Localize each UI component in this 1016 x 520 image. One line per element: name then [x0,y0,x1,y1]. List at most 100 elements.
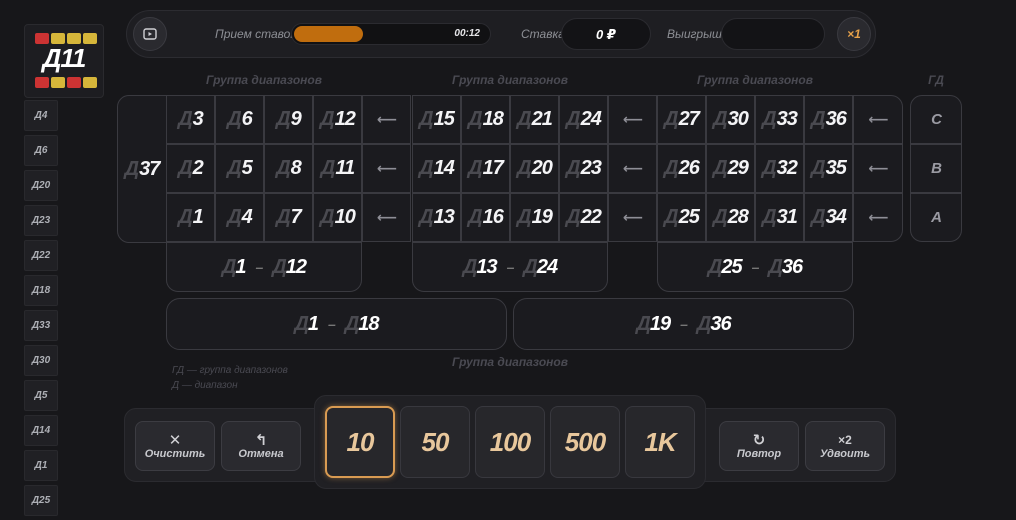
range-number: 35 [825,157,847,179]
legend-d: Д — диапазон [172,380,238,391]
bet-cell-34[interactable]: Д 34 [804,193,853,242]
half-bet-1[interactable]: Д 1– Д 18 [166,298,507,350]
range-number: 3 [192,108,204,130]
bottom-group-header: Группа диапазонов [452,355,568,369]
history-item: Д22 [24,240,58,271]
multiplier-button[interactable]: ×1 [837,17,871,51]
range-prefix: Д [419,206,433,228]
range-prefix: Д [344,312,359,335]
half-bet-2[interactable]: Д 19– Д 36 [513,298,854,350]
chip-10[interactable]: 10 [325,406,395,478]
range-number: 12 [285,255,307,278]
range-number: 14 [433,157,455,179]
bet-cell-31[interactable]: Д 31 [755,193,804,242]
bet-cell-12[interactable]: Д 12 [313,95,362,144]
bet-cell-35[interactable]: Д 35 [804,144,853,193]
bet-cell-18[interactable]: Д 18 [461,95,510,144]
chip-500[interactable]: 500 [550,406,620,478]
bet-cell-24[interactable]: Д 24 [559,95,608,144]
range-prefix: Д [696,312,711,335]
bet-cell-14[interactable]: Д 14 [412,144,461,193]
history-item: Д6 [24,135,58,166]
bet-cell-29[interactable]: Д 29 [706,144,755,193]
range-prefix: Д [713,157,727,179]
history-list: Д4 Д6 Д20 Д23 Д22 Д18 Д33 Д30 Д5 Д14 Д1 Д25 [24,100,58,520]
row-arrow-cell[interactable]: ⟵ [853,193,903,242]
bet-cell-22[interactable]: Д 22 [559,193,608,242]
video-button[interactable] [133,17,167,51]
clear-button[interactable]: ✕ Очистить [135,421,215,471]
bet-cell-4[interactable]: Д4 [215,193,264,242]
bet-cell-15[interactable]: Д 15 [412,95,461,144]
range-number: 2 [192,157,204,179]
row-arrow-cell[interactable]: ⟵ [362,95,411,144]
gd-cell-c[interactable]: C [910,95,962,144]
row-arrow-cell[interactable]: ⟵ [853,144,903,193]
group-header-3: Группа диапазонов [697,73,813,87]
bet-cell-7[interactable]: Д7 [264,193,313,242]
bet-cell-9[interactable]: Д9 [264,95,313,144]
range-number: 6 [241,108,253,130]
arrow-left-icon: ⟵ [376,160,397,176]
row-arrow-cell[interactable]: ⟵ [608,193,657,242]
arrow-left-icon: ⟵ [868,111,888,127]
bet-cell-26[interactable]: Д 26 [657,144,706,193]
dice-icon [35,77,49,88]
undo-button[interactable]: ↰ Отмена [221,421,301,471]
repeat-button[interactable]: ↻ Повтор [719,421,799,471]
last-result-value: Д11 [42,43,87,73]
bet-cell-6[interactable]: Д6 [215,95,264,144]
video-icon [143,28,157,40]
bet-cell-21[interactable]: Д 21 [510,95,559,144]
bet-cell-30[interactable]: Д 30 [706,95,755,144]
dozen-bet-3[interactable]: Д 25– Д 36 [657,242,853,292]
range-prefix: Д [419,157,433,179]
chip-100[interactable]: 100 [475,406,545,478]
bet-cell-5[interactable]: Д5 [215,144,264,193]
bet-cell-8[interactable]: Д8 [264,144,313,193]
range-number: 33 [776,108,798,130]
double-button[interactable]: ×2 Удвоить [805,421,885,471]
bet-cell-33[interactable]: Д 33 [755,95,804,144]
bet-cell-23[interactable]: Д 23 [559,144,608,193]
bet-cell-28[interactable]: Д 28 [706,193,755,242]
bet-cell-10[interactable]: Д 10 [313,193,362,242]
chip-50[interactable]: 50 [400,406,470,478]
bet-cell-13[interactable]: Д 13 [412,193,461,242]
arrow-left-icon: ⟵ [622,209,643,225]
row-arrow-cell[interactable]: ⟵ [362,144,411,193]
row-arrow-cell[interactable]: ⟵ [362,193,411,242]
dozen-bet-1[interactable]: Д 1– Д 12 [166,242,362,292]
legend-gd: ГД — группа диапазонов [172,365,288,376]
range-prefix: Д [664,157,678,179]
history-item: Д14 [24,415,58,446]
range-prefix: Д [517,157,531,179]
chip-1k[interactable]: 1K [625,406,695,478]
row-arrow-cell[interactable]: ⟵ [608,144,657,193]
bet-cell-1[interactable]: Д1 [166,193,215,242]
history-item: Д23 [24,205,58,236]
range-number: 10 [334,206,356,228]
row-arrow-cell[interactable]: ⟵ [608,95,657,144]
bet-cell-27[interactable]: Д 27 [657,95,706,144]
bet-cell-16[interactable]: Д 16 [461,193,510,242]
bet-cell-19[interactable]: Д 19 [510,193,559,242]
gd-cell-b[interactable]: B [910,144,962,193]
bet-field: 0 ₽ [561,18,651,50]
bet-cell-36[interactable]: Д 36 [804,95,853,144]
range-number: 8 [290,157,302,179]
bet-cell-17[interactable]: Д 17 [461,144,510,193]
row-arrow-cell[interactable]: ⟵ [853,95,903,144]
dozen-bet-2[interactable]: Д 13– Д 24 [412,242,608,292]
bet-cell-32[interactable]: Д 32 [755,144,804,193]
gd-cell-a[interactable]: A [910,193,962,242]
range-number: 9 [290,108,302,130]
bet-cell-20[interactable]: Д 20 [510,144,559,193]
bet-cell-3[interactable]: Д3 [166,95,215,144]
arrow-left-icon: ⟵ [376,111,397,127]
bet-cell-11[interactable]: Д 11 [313,144,362,193]
range-number: 15 [433,108,455,130]
bet-cell-25[interactable]: Д 25 [657,193,706,242]
bet-cell-2[interactable]: Д2 [166,144,215,193]
bet-cell-37[interactable]: Д 37 [117,95,167,243]
